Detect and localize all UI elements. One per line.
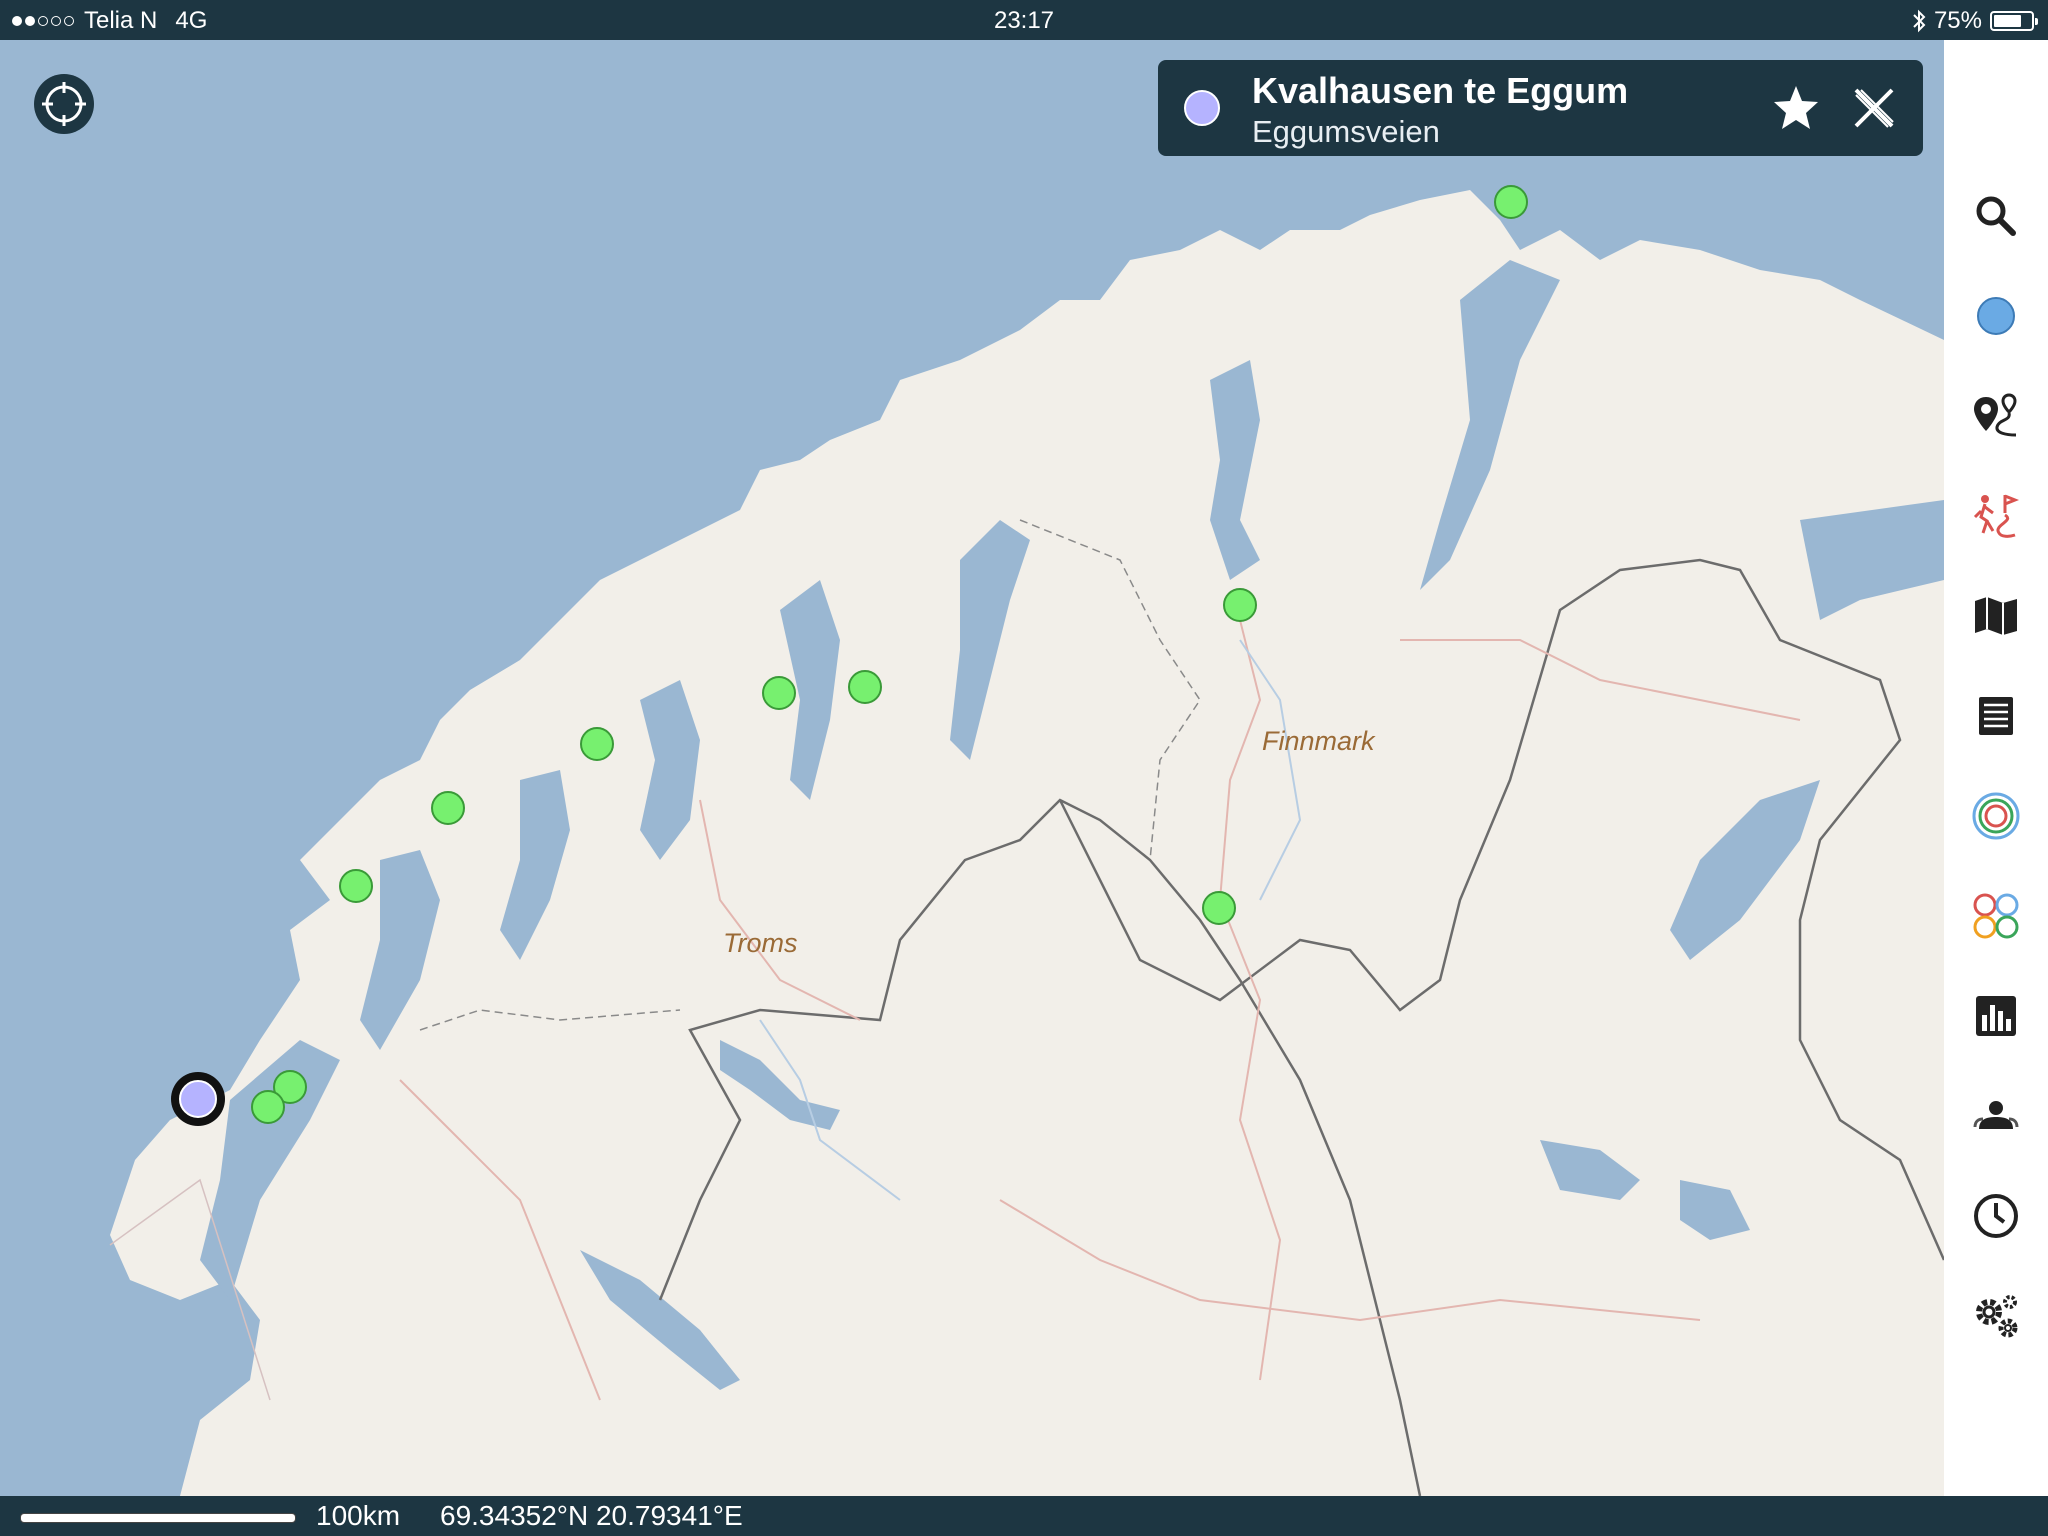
poi-marker[interactable] (848, 670, 882, 704)
clock-icon (1974, 1194, 2018, 1238)
scale-bar (20, 1513, 296, 1523)
close-icon (1854, 88, 1894, 128)
favorite-button[interactable] (1768, 80, 1824, 136)
place-title: Kvalhausen te Eggum (1252, 70, 1629, 111)
poi-marker[interactable] (339, 869, 373, 903)
poi-marker[interactable] (1223, 588, 1257, 622)
poi-marker[interactable] (580, 727, 614, 761)
statistics-button[interactable] (1966, 986, 2026, 1046)
place-subtitle: Eggumsveien (1252, 114, 1440, 149)
gears-icon (1976, 1295, 2018, 1338)
route-pins-icon (1974, 393, 2017, 437)
circles-grid-icon (1973, 893, 2019, 939)
list-button[interactable] (1966, 686, 2026, 746)
star-icon (1774, 86, 1818, 129)
status-bar: Telia N 4G 23:17 75% (0, 0, 2048, 40)
bottom-info-bar: 100km 69.34352°N 20.79341°E (0, 1496, 2048, 1536)
overlays-button[interactable] (1966, 786, 2026, 846)
map-view[interactable]: Troms Finnmark (0, 40, 1944, 1496)
coordinates-readout: 69.34352°N 20.79341°E (440, 1500, 743, 1531)
battery-icon (1990, 11, 2038, 31)
locate-me-button[interactable] (34, 74, 94, 134)
routes-button[interactable] (1966, 386, 2026, 446)
poi-marker[interactable] (1494, 185, 1528, 219)
categories-button[interactable] (1966, 886, 2026, 946)
hiking-button[interactable] (1966, 486, 2026, 546)
crosshair-icon (34, 74, 94, 134)
place-info-card[interactable]: Kvalhausen te Eggum Eggumsveien (1158, 60, 1923, 156)
scale-label: 100km (316, 1500, 401, 1531)
hiker-route-icon (1973, 494, 2020, 538)
list-icon (1979, 697, 2013, 735)
poi-marker[interactable] (431, 791, 465, 825)
bluetooth-icon (1913, 9, 1926, 33)
clock-time: 23:17 (993, 7, 1055, 34)
map-icon (1975, 597, 2017, 635)
rings-icon (1972, 792, 2020, 840)
maps-button[interactable] (1966, 586, 2026, 646)
region-label-finnmark: Finnmark (1262, 726, 1375, 756)
poi-marker[interactable] (1202, 891, 1236, 925)
map-canvas (0, 40, 1944, 1496)
search-button[interactable] (1966, 186, 2026, 246)
location-button[interactable] (1966, 286, 2026, 346)
chart-icon (1976, 996, 2016, 1036)
history-button[interactable] (1966, 1186, 2026, 1246)
poi-marker[interactable] (762, 676, 796, 710)
people-icon (1973, 1101, 2019, 1129)
search-icon (1976, 196, 2016, 236)
settings-button[interactable] (1966, 1286, 2026, 1346)
place-marker-icon (1184, 90, 1220, 126)
selected-marker[interactable] (171, 1072, 225, 1126)
poi-marker[interactable] (251, 1090, 285, 1124)
battery-area: 75% (1912, 7, 2038, 35)
location-dot-icon (1977, 297, 2015, 335)
close-button[interactable] (1848, 82, 1900, 134)
region-label-troms: Troms (723, 928, 798, 958)
tool-sidebar (1944, 40, 2048, 1496)
battery-percent: 75% (1933, 7, 1982, 34)
social-button[interactable] (1966, 1086, 2026, 1146)
